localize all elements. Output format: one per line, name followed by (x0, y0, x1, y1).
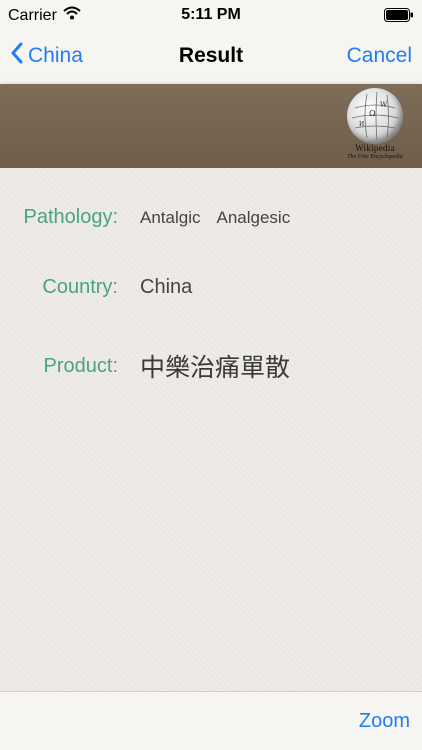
zoom-button[interactable]: Zoom (359, 710, 410, 733)
result-details: Pathology: Antalgic Analgesic Country: C… (0, 168, 422, 692)
product-value: 中樂治痛單散 (140, 353, 291, 382)
svg-text:Ω: Ω (369, 109, 376, 118)
pathology-label: Pathology: (23, 206, 118, 228)
bottom-toolbar: Zoom (0, 691, 422, 750)
country-row: Country: China (0, 276, 422, 299)
wikipedia-tagline: The Free Encyclopedia (347, 154, 403, 160)
wikipedia-logo: Ω W И Wikipedia The Free Encyclopedia (342, 88, 408, 164)
status-bar: Carrier 5:11 PM (0, 0, 422, 30)
header-banner: Ω W И Wikipedia The Free Encyclopedia (0, 84, 422, 168)
battery-icon (384, 8, 414, 22)
cancel-button[interactable]: Cancel (347, 44, 412, 68)
pathology-row: Pathology: Antalgic Analgesic (0, 206, 422, 229)
country-value: China (140, 276, 193, 298)
status-time: 5:11 PM (181, 6, 241, 23)
pathology-values: Antalgic Analgesic (140, 208, 290, 228)
product-label: Product: (43, 354, 118, 377)
pathology-value: Analgesic (216, 207, 291, 227)
svg-text:W: W (380, 101, 388, 109)
navigation-bar: China Result Cancel (0, 30, 422, 84)
product-row: Product: 中樂治痛單散 (0, 348, 422, 384)
svg-text:И: И (359, 121, 364, 128)
wikipedia-wordmark: Wikipedia (355, 143, 395, 153)
country-label: Country: (42, 276, 118, 298)
pathology-value: Antalgic (140, 207, 201, 227)
puzzle-globe-icon: Ω W И (347, 88, 403, 144)
